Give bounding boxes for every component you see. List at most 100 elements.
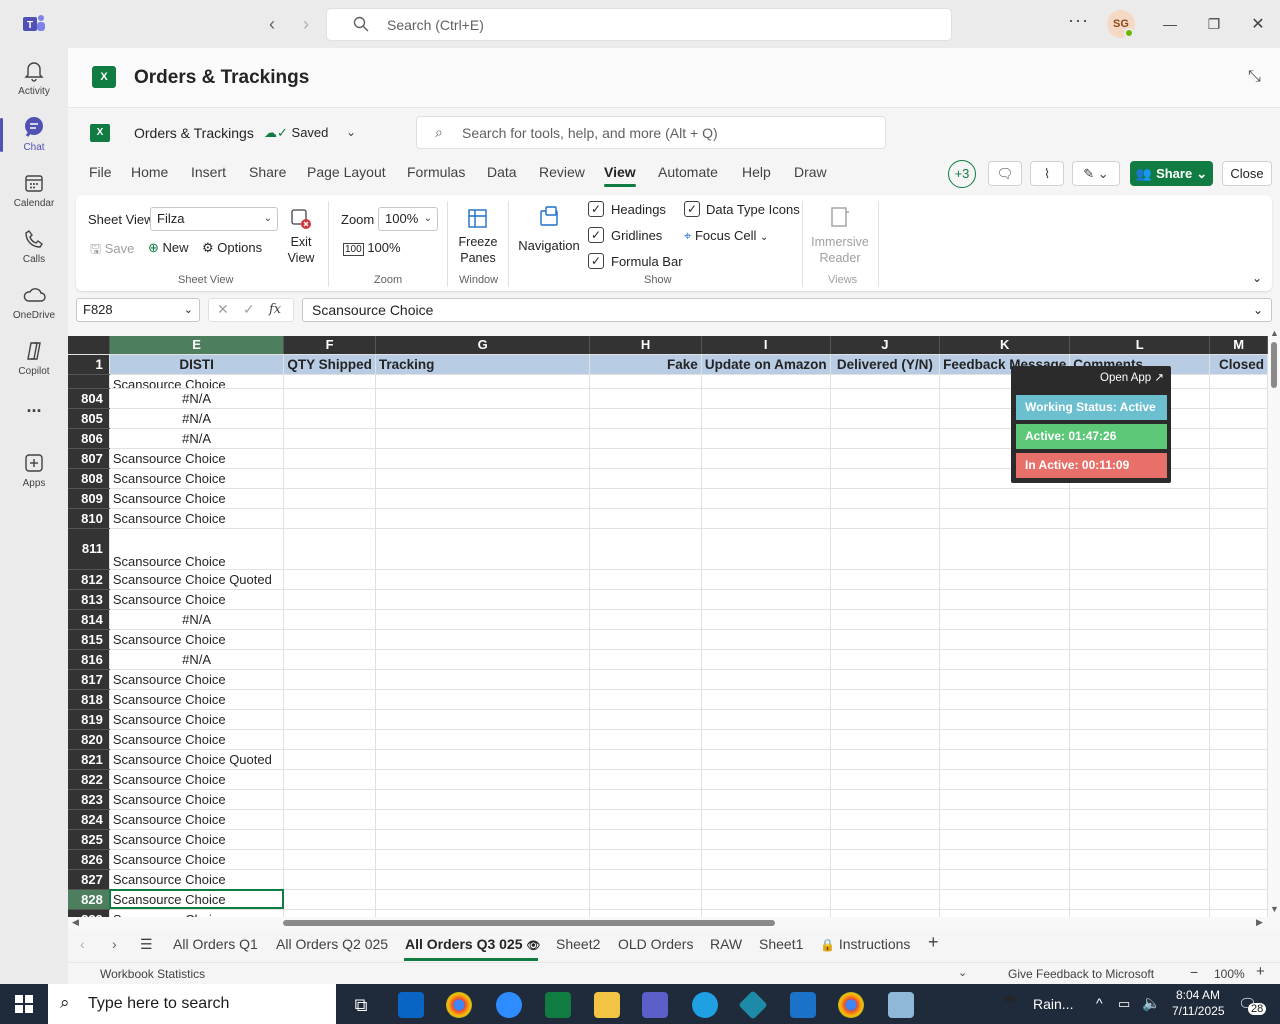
- cell[interactable]: [701, 829, 831, 850]
- cell-disti[interactable]: Scansource Choice: [109, 809, 285, 830]
- cell[interactable]: [701, 428, 831, 449]
- zoom-app-icon[interactable]: [496, 992, 522, 1018]
- row-number[interactable]: 807: [68, 448, 110, 469]
- cell[interactable]: [1069, 689, 1211, 710]
- cell[interactable]: [1069, 488, 1211, 509]
- sheet-tab-q2[interactable]: All Orders Q2 025: [276, 936, 388, 952]
- cell[interactable]: [589, 869, 702, 890]
- cell[interactable]: [283, 769, 376, 790]
- cell[interactable]: [283, 689, 376, 710]
- back-arrow-icon[interactable]: ‹: [262, 14, 282, 34]
- cell[interactable]: [830, 889, 941, 910]
- cell[interactable]: [830, 649, 941, 670]
- cell[interactable]: [375, 789, 591, 810]
- cell[interactable]: [939, 609, 1071, 630]
- cell[interactable]: [1209, 629, 1268, 650]
- cell-disti[interactable]: Scansource Choice: [109, 629, 285, 650]
- windows-start-icon[interactable]: [15, 995, 33, 1016]
- cell[interactable]: [830, 829, 941, 850]
- teams-taskbar-icon[interactable]: [642, 992, 668, 1018]
- cell[interactable]: [1209, 709, 1268, 730]
- row-number[interactable]: 824: [68, 809, 110, 830]
- cell[interactable]: [1209, 589, 1268, 610]
- cell[interactable]: [375, 889, 591, 910]
- focus-cell-button[interactable]: ⌖ Focus Cell ⌄: [684, 228, 768, 244]
- scroll-up-icon[interactable]: ▲: [1270, 328, 1279, 338]
- row-number[interactable]: 804: [68, 388, 110, 409]
- cell[interactable]: [283, 528, 376, 570]
- cell[interactable]: [589, 388, 702, 409]
- cell-disti[interactable]: Scansource Choice: [109, 829, 285, 850]
- row-number[interactable]: 1: [68, 354, 110, 375]
- teams-search-input[interactable]: Search (Ctrl+E): [326, 8, 952, 41]
- cell[interactable]: [589, 829, 702, 850]
- cell[interactable]: [701, 528, 831, 570]
- taskbar-search-input[interactable]: ⌕ Type here to search: [48, 984, 336, 1024]
- cell[interactable]: [375, 408, 591, 429]
- cell[interactable]: [939, 709, 1071, 730]
- row-number[interactable]: 813: [68, 589, 110, 610]
- cell[interactable]: [283, 709, 376, 730]
- cell[interactable]: [589, 408, 702, 429]
- cell[interactable]: [589, 789, 702, 810]
- cell[interactable]: [375, 729, 591, 750]
- cell[interactable]: [1069, 829, 1211, 850]
- cell[interactable]: [701, 609, 831, 630]
- workbook-statistics[interactable]: Workbook Statistics: [100, 967, 205, 981]
- column-header-e[interactable]: E: [109, 336, 285, 355]
- column-header-i[interactable]: I: [701, 336, 831, 355]
- forward-arrow-icon[interactable]: ›: [296, 14, 316, 34]
- cell[interactable]: [939, 488, 1071, 509]
- sheet-tab-instructions[interactable]: 🔒 Instructions: [820, 936, 910, 952]
- zoom-out-icon[interactable]: −: [1190, 964, 1198, 980]
- cell[interactable]: [830, 869, 941, 890]
- cell[interactable]: [375, 508, 591, 529]
- row-number[interactable]: 811: [68, 528, 110, 570]
- row-number[interactable]: 814: [68, 609, 110, 630]
- rail-activity[interactable]: Activity: [0, 54, 68, 104]
- cell-disti[interactable]: Scansource Choice: [109, 769, 285, 790]
- select-all-corner[interactable]: [68, 336, 110, 355]
- cell[interactable]: [283, 629, 376, 650]
- cell[interactable]: [939, 649, 1071, 670]
- cell[interactable]: [589, 569, 702, 590]
- cell[interactable]: [701, 388, 831, 409]
- scroll-left-icon[interactable]: ◀: [72, 917, 79, 928]
- cell[interactable]: [589, 849, 702, 870]
- cell-disti[interactable]: Scansource Choice: [109, 689, 285, 710]
- cell-disti[interactable]: Scansource Choice: [109, 468, 285, 489]
- cell[interactable]: [830, 388, 941, 409]
- cell[interactable]: [701, 508, 831, 529]
- cell[interactable]: [701, 629, 831, 650]
- cell[interactable]: [1209, 468, 1268, 489]
- cell-disti[interactable]: #N/A: [109, 649, 285, 670]
- cell[interactable]: [701, 448, 831, 469]
- cell[interactable]: [283, 569, 376, 590]
- cell[interactable]: [1209, 569, 1268, 590]
- cell[interactable]: [701, 488, 831, 509]
- cell[interactable]: [589, 508, 702, 529]
- cell[interactable]: [283, 448, 376, 469]
- menu-draw[interactable]: Draw: [794, 164, 827, 180]
- row-number[interactable]: 826: [68, 849, 110, 870]
- cell[interactable]: [939, 569, 1071, 590]
- cell[interactable]: [830, 629, 941, 650]
- cancel-icon[interactable]: ✕: [217, 301, 229, 318]
- chevron-down-icon[interactable]: ⌄: [958, 966, 967, 979]
- cell[interactable]: [283, 889, 376, 910]
- cell[interactable]: [939, 849, 1071, 870]
- cell[interactable]: [1209, 909, 1268, 917]
- cell[interactable]: [589, 589, 702, 610]
- cell-disti[interactable]: #N/A: [109, 408, 285, 429]
- cell[interactable]: [830, 689, 941, 710]
- vertical-scroll-thumb[interactable]: [1271, 342, 1277, 388]
- cell[interactable]: [283, 669, 376, 690]
- cell[interactable]: [830, 729, 941, 750]
- network-icon[interactable]: ▭: [1118, 996, 1130, 1012]
- cell[interactable]: [283, 789, 376, 810]
- column-header-k[interactable]: K: [939, 336, 1071, 355]
- salesforce-icon[interactable]: [790, 992, 816, 1018]
- header-cell[interactable]: Tracking: [375, 354, 591, 375]
- cell[interactable]: [283, 649, 376, 670]
- vertical-scrollbar[interactable]: ▲ ▼: [1268, 328, 1280, 918]
